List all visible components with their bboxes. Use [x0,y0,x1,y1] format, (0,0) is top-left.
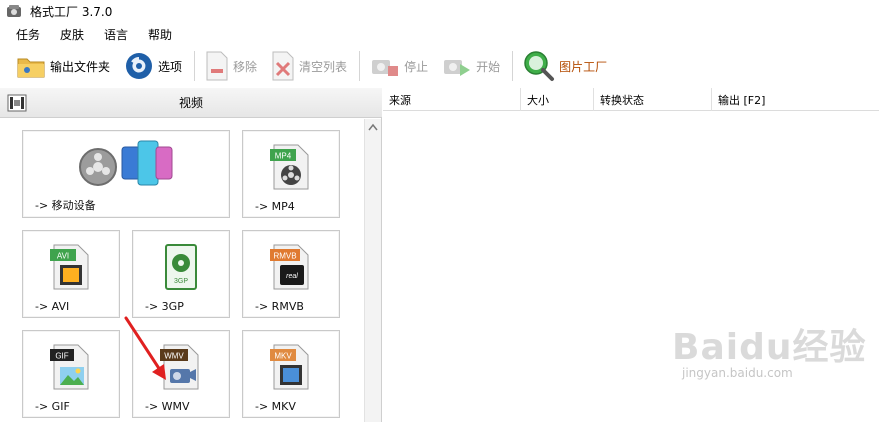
tile-label: -> AVI [35,300,70,313]
clear-list-button[interactable]: 清空列表 [267,48,351,84]
output-folder-label: 输出文件夹 [50,59,111,74]
mkv-file-icon: MKV [243,343,339,391]
options-button[interactable]: 选项 [120,48,186,84]
mobile-device-icon [23,137,229,193]
tile-mkv[interactable]: MKV -> MKV [242,330,340,418]
stop-label: 停止 [404,59,429,74]
clear-list-icon [272,51,294,81]
avi-file-icon: AVI [23,243,119,291]
task-list-header: 来源 大小 转换状态 输出 [F2] [383,88,879,111]
toolbar-separator [359,51,361,81]
task-list: 来源 大小 转换状态 输出 [F2] [383,88,879,422]
category-panel: 视频 -> 移动设备 MP4 -> MP4 AVI -> AVI 3GP -> … [0,88,382,422]
options-gear-icon [126,53,153,79]
tile-gif[interactable]: GIF -> GIF [22,330,120,418]
toolbar-separator [194,51,196,81]
toolbar: 输出文件夹 选项 移除 清空列表 停止 开始 图片工厂 [0,46,879,86]
column-source[interactable]: 来源 [383,88,521,111]
scroll-up-button[interactable] [365,119,381,135]
remove-icon [206,51,228,81]
tile-label: -> MP4 [255,200,295,213]
3gp-file-icon: 3GP [133,243,229,293]
menu-item-language[interactable]: 语言 [94,26,138,43]
options-label: 选项 [158,59,183,74]
start-icon [444,60,471,76]
tile-label: -> 3GP [145,300,184,313]
format-tile-grid: -> 移动设备 MP4 -> MP4 AVI -> AVI 3GP -> 3GP… [0,119,364,422]
output-folder-button[interactable]: 输出文件夹 [12,48,114,84]
clear-list-label: 清空列表 [299,59,348,74]
picture-factory-label: 图片工厂 [559,59,608,74]
picture-factory-icon [524,51,555,81]
column-output[interactable]: 输出 [F2] [712,88,879,111]
gif-file-icon: GIF [23,343,119,391]
tile-label: -> WMV [145,400,190,413]
picture-factory-button[interactable]: 图片工厂 [519,48,611,84]
chevron-up-icon [368,123,378,131]
category-scrollbar[interactable] [364,119,381,422]
menu-item-tasks[interactable]: 任务 [6,26,50,43]
menu-item-skin[interactable]: 皮肤 [50,26,94,43]
category-header[interactable]: 视频 [0,88,382,118]
rmvb-file-icon: RMVB real [243,243,339,291]
tile-label: -> RMVB [255,300,304,313]
tile-mp4[interactable]: MP4 -> MP4 [242,130,340,218]
tile-avi[interactable]: AVI -> AVI [22,230,120,318]
folder-icon [17,58,45,78]
svg-text:MKV: MKV [274,352,292,361]
annotation-arrow-icon [124,316,166,380]
tile-rmvb[interactable]: RMVB real -> RMVB [242,230,340,318]
title-bar: 格式工厂 3.7.0 [0,0,879,22]
menu-item-help[interactable]: 帮助 [138,26,182,43]
tile-mobile-device[interactable]: -> 移动设备 [22,130,230,218]
svg-text:MP4: MP4 [275,152,292,161]
start-label: 开始 [476,59,501,74]
remove-label: 移除 [233,59,258,74]
svg-text:3GP: 3GP [174,278,188,285]
tile-3gp[interactable]: 3GP -> 3GP [132,230,230,318]
start-button[interactable]: 开始 [438,48,504,84]
column-status[interactable]: 转换状态 [594,88,712,111]
stop-button[interactable]: 停止 [366,48,432,84]
tile-label: -> MKV [255,400,296,413]
svg-text:real: real [286,273,298,280]
window-title: 格式工厂 3.7.0 [30,4,113,19]
category-title: 视频 [178,96,203,110]
svg-text:AVI: AVI [57,252,69,261]
stop-icon [372,60,399,76]
column-size[interactable]: 大小 [521,88,594,111]
remove-button[interactable]: 移除 [201,48,261,84]
menu-bar: 任务 皮肤 语言 帮助 [0,23,182,45]
app-icon [6,3,22,19]
tile-label: -> GIF [35,400,70,413]
svg-text:GIF: GIF [55,352,68,361]
mp4-file-icon: MP4 [243,143,339,191]
tile-label: -> 移动设备 [35,199,96,212]
toolbar-separator [512,51,514,81]
svg-text:RMVB: RMVB [273,252,296,261]
